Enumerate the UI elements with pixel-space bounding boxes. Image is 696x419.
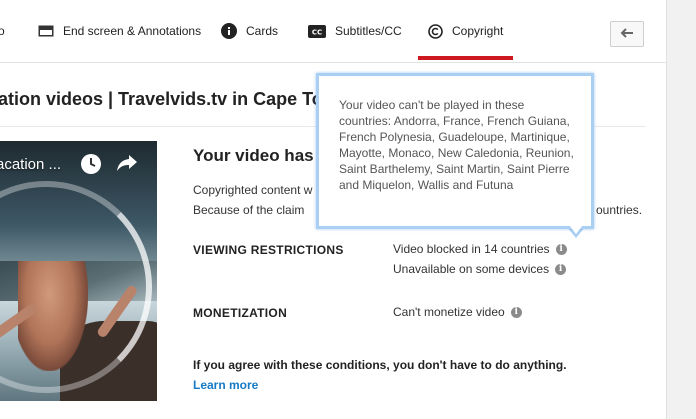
monetization-label: MONETIZATION [193,306,288,320]
monetization-text: Can't monetize video [393,305,505,319]
info-icon[interactable]: i [510,306,522,318]
tab-label: o [0,24,5,38]
tab-label: Subtitles/CC [335,24,402,38]
learn-more-link[interactable]: Learn more [193,378,258,392]
body-text-tail: ountries. [596,203,643,217]
info-icon[interactable]: i [555,243,567,255]
content-panel: o End screen & Annotations Cards CC Subt… [0,0,667,419]
video-title: ation videos | Travelvids.tv in Cape Tow… [0,89,328,109]
tab-partial[interactable]: o [0,0,5,62]
video-thumbnail[interactable]: acation ... [0,141,157,401]
end-screen-icon [38,25,54,37]
blocked-countries-text: Video blocked in 14 countries [393,242,550,256]
cc-icon: CC [308,24,326,38]
agree-text: If you agree with these conditions, you … [193,358,567,372]
tab-label: Copyright [452,24,504,38]
monetization-value: Can't monetize video i [393,305,522,319]
copyright-icon [428,23,443,39]
body-text: Because of the claim [193,203,305,217]
info-icon[interactable]: i [555,263,567,275]
back-button[interactable] [610,21,644,47]
tooltip-text: Your video can't be played in these coun… [339,98,574,192]
body-text: Copyrighted content w [193,183,313,197]
tab-subtitles[interactable]: CC Subtitles/CC [308,0,402,62]
tab-copyright[interactable]: Copyright [417,0,514,62]
tab-end-screen[interactable]: End screen & Annotations [38,0,201,62]
share-icon[interactable] [116,153,138,178]
viewing-restriction-value: Video blocked in 14 countries i [393,242,567,256]
clock-icon[interactable] [80,153,102,180]
tab-cards[interactable]: Cards [221,0,278,62]
viewing-restriction-value: Unavailable on some devices i [393,262,567,276]
tooltip-arrow [569,225,583,234]
status-headline: Your video has [193,146,314,165]
info-icon [221,23,237,39]
svg-text:CC: CC [312,28,322,36]
thumbnail-title: acation ... [0,156,62,173]
viewing-restrictions-label: VIEWING RESTRICTIONS [193,243,344,257]
back-arrow-icon [620,25,634,43]
devices-text: Unavailable on some devices [393,262,550,276]
countries-tooltip: Your video can't be played in these coun… [316,73,594,229]
tab-bar: o End screen & Annotations Cards CC Subt… [0,0,666,63]
tab-label: Cards [246,24,279,38]
tab-label: End screen & Annotations [63,24,202,38]
